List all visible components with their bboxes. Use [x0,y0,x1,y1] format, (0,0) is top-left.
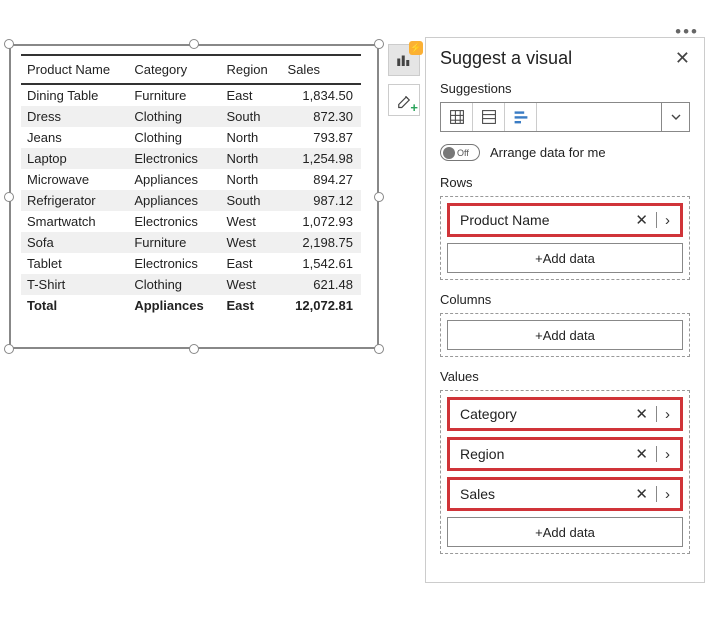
add-data-button[interactable]: +Add data [447,517,683,547]
columns-label: Columns [440,292,690,307]
resize-handle[interactable] [374,39,384,49]
field-name: Category [460,406,631,422]
toggle-state: Off [457,148,469,158]
suggestions-label: Suggestions [440,81,690,96]
table-row: SmartwatchElectronicsWest1,072.93 [21,211,361,232]
close-icon[interactable]: ✕ [675,48,690,69]
resize-handle[interactable] [4,192,14,202]
data-table: Product Name Category Region Sales Dinin… [21,54,361,316]
field-menu-icon[interactable]: › [661,446,674,463]
table-row: DressClothingSouth872.30 [21,106,361,127]
rows-label: Rows [440,175,690,190]
field-pill[interactable]: Sales✕ › [447,477,683,511]
col-header[interactable]: Product Name [21,55,128,84]
suggest-visual-tab-icon[interactable]: ⚡ [388,44,420,76]
arrange-toggle[interactable]: Off [440,144,480,161]
remove-field-icon[interactable]: ✕ [631,211,652,229]
col-header[interactable]: Region [221,55,282,84]
suggestion-matrix-icon[interactable] [441,103,473,131]
table-row: RefrigeratorAppliancesSouth987.12 [21,190,361,211]
table-row: Dining TableFurnitureEast1,834.50 [21,84,361,106]
format-tab-icon[interactable]: + [388,84,420,116]
field-menu-icon[interactable]: › [661,212,674,229]
table-visual[interactable]: Product Name Category Region Sales Dinin… [9,44,379,349]
field-pill[interactable]: Category✕ › [447,397,683,431]
suggestions-picker [440,102,690,132]
table-row: TabletElectronicsEast1,542.61 [21,253,361,274]
resize-handle[interactable] [189,344,199,354]
remove-field-icon[interactable]: ✕ [631,405,652,423]
suggestion-table-icon[interactable] [473,103,505,131]
pane-title: Suggest a visual [440,48,572,69]
resize-handle[interactable] [4,39,14,49]
field-menu-icon[interactable]: › [661,486,674,503]
table-total-row: TotalAppliancesEast12,072.81 [21,295,361,316]
suggestion-more-dropdown[interactable] [661,103,689,131]
table-row: JeansClothingNorth793.87 [21,127,361,148]
columns-well[interactable]: +Add data [440,313,690,357]
add-data-button[interactable]: +Add data [447,320,683,350]
suggest-visual-pane: Suggest a visual ✕ Suggestions Off Arran… [425,37,705,583]
remove-field-icon[interactable]: ✕ [631,445,652,463]
resize-handle[interactable] [374,344,384,354]
table-row: SofaFurnitureWest2,198.75 [21,232,361,253]
field-pill[interactable]: Region✕ › [447,437,683,471]
table-row: MicrowaveAppliancesNorth894.27 [21,169,361,190]
field-name: Region [460,446,631,462]
lightning-badge-icon: ⚡ [409,41,423,55]
arrange-label: Arrange data for me [490,145,606,160]
remove-field-icon[interactable]: ✕ [631,485,652,503]
values-label: Values [440,369,690,384]
values-well[interactable]: Category✕›Region✕›Sales✕›+Add data [440,390,690,554]
suggestion-bar-icon[interactable] [505,103,537,131]
field-menu-icon[interactable]: › [661,406,674,423]
resize-handle[interactable] [374,192,384,202]
resize-handle[interactable] [4,344,14,354]
table-row: LaptopElectronicsNorth1,254.98 [21,148,361,169]
field-pill[interactable]: Product Name✕ › [447,203,683,237]
field-name: Product Name [460,212,631,228]
rows-well[interactable]: Product Name✕ › +Add data [440,196,690,280]
field-name: Sales [460,486,631,502]
resize-handle[interactable] [189,39,199,49]
table-row: T-ShirtClothingWest621.48 [21,274,361,295]
add-data-button[interactable]: +Add data [447,243,683,273]
col-header[interactable]: Sales [282,55,361,84]
col-header[interactable]: Category [128,55,220,84]
